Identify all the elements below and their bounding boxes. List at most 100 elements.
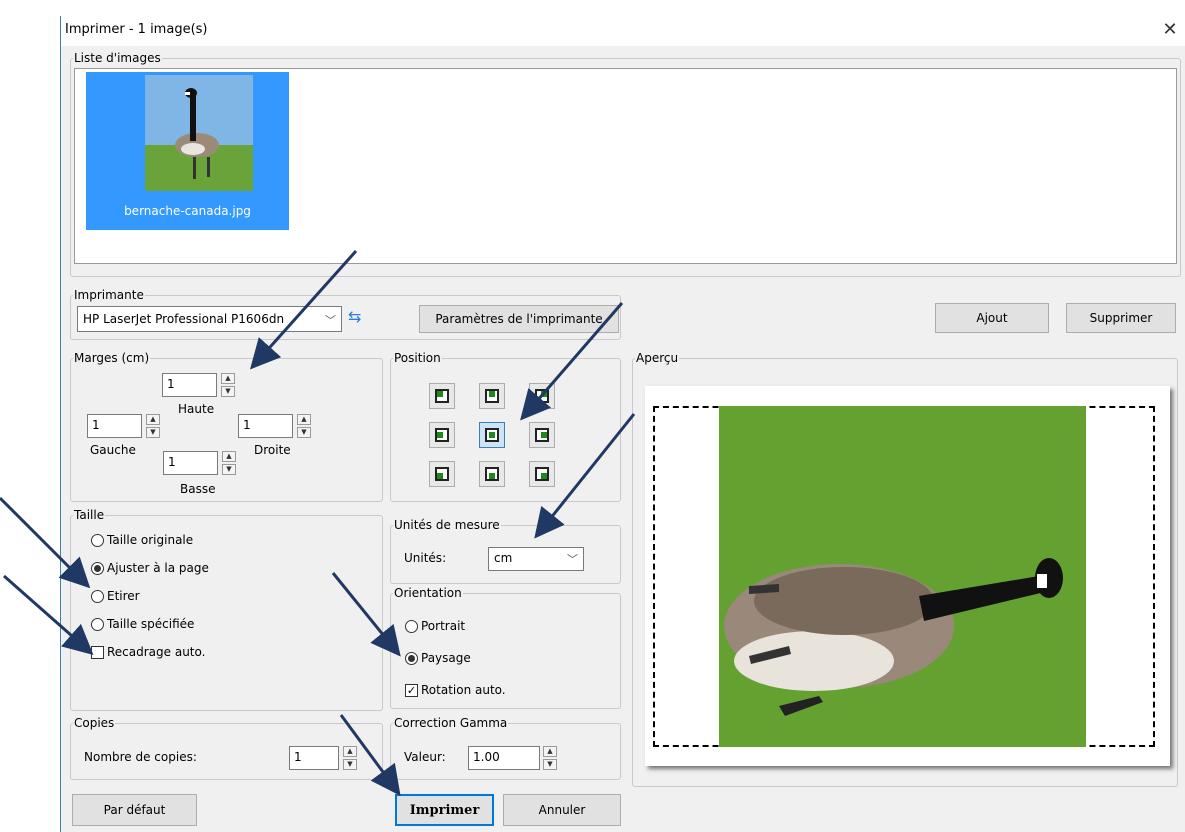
spin-up-icon[interactable]: ▲ bbox=[343, 746, 357, 757]
position-bottom-center-button[interactable] bbox=[479, 461, 505, 487]
position-top-right-button[interactable] bbox=[529, 383, 555, 409]
page-icon bbox=[485, 467, 499, 481]
position-top-left-button[interactable] bbox=[429, 383, 455, 409]
printer-group: Imprimante HP LaserJet Professional P160… bbox=[70, 288, 621, 340]
size-stretch-label: Etirer bbox=[107, 589, 140, 603]
position-dot-icon bbox=[489, 473, 495, 479]
gamma-label: Valeur: bbox=[404, 750, 446, 764]
remove-button[interactable]: Supprimer bbox=[1066, 303, 1176, 333]
page-icon bbox=[485, 428, 499, 442]
page-icon bbox=[535, 428, 549, 442]
auto-crop-label: Recadrage auto. bbox=[107, 645, 206, 659]
units-select[interactable]: cm ﹀ bbox=[488, 547, 584, 571]
units-selected-value: cm bbox=[494, 551, 513, 565]
copies-input[interactable]: 1 bbox=[289, 746, 339, 770]
page-icon bbox=[435, 389, 449, 403]
auto-rotate-checkbox[interactable]: ✓ bbox=[405, 684, 418, 697]
margins-group: Marges (cm) 1 ▲ ▼ Haute 1 ▲ ▼ 1 ▲ ▼ Gauche … bbox=[70, 351, 383, 502]
size-custom-label: Taille spécifiée bbox=[107, 617, 195, 631]
size-group: Taille Taille originale Ajuster à la pag… bbox=[70, 508, 383, 711]
spin-down-icon[interactable]: ▼ bbox=[543, 759, 557, 770]
page-icon bbox=[535, 467, 549, 481]
print-button[interactable]: Imprimer bbox=[395, 794, 494, 826]
printer-settings-button[interactable]: Paramètres de l'imprimante bbox=[419, 305, 619, 333]
position-group: Position bbox=[390, 351, 621, 502]
margin-top-input[interactable]: 1 bbox=[162, 373, 217, 397]
spin-down-icon[interactable]: ▼ bbox=[297, 427, 311, 438]
copies-label: Nombre de copies: bbox=[84, 750, 197, 764]
spin-down-icon[interactable]: ▼ bbox=[221, 386, 235, 397]
copies-legend: Copies bbox=[74, 716, 115, 730]
printer-select[interactable]: HP LaserJet Professional P1606dn ﹀ bbox=[77, 306, 342, 332]
image-list-legend: Liste d'images bbox=[74, 51, 161, 65]
thumbnail-filename: bernache-canada.jpg bbox=[124, 204, 251, 218]
size-custom-radio[interactable] bbox=[91, 618, 104, 631]
cancel-button[interactable]: Annuler bbox=[503, 794, 621, 826]
close-icon[interactable]: ✕ bbox=[1160, 19, 1180, 40]
position-bottom-left-button[interactable] bbox=[429, 461, 455, 487]
preview-page bbox=[645, 386, 1170, 766]
spin-up-icon[interactable]: ▲ bbox=[543, 746, 557, 757]
units-label: Unités: bbox=[404, 551, 447, 565]
margin-bottom-spinner[interactable]: ▲ ▼ bbox=[222, 451, 236, 475]
position-center-button[interactable] bbox=[479, 422, 505, 448]
position-bottom-right-button[interactable] bbox=[529, 461, 555, 487]
spin-down-icon[interactable]: ▼ bbox=[343, 759, 357, 770]
spin-up-icon[interactable]: ▲ bbox=[146, 414, 160, 425]
margins-legend: Marges (cm) bbox=[74, 351, 150, 365]
margin-top-label: Haute bbox=[178, 402, 215, 416]
position-dot-icon bbox=[541, 432, 547, 438]
margin-bottom-label: Basse bbox=[180, 482, 216, 496]
margin-top-spinner[interactable]: ▲ ▼ bbox=[221, 373, 235, 397]
position-dot-icon bbox=[489, 391, 495, 397]
position-dot-icon bbox=[437, 432, 443, 438]
position-dot-icon bbox=[541, 391, 547, 397]
margin-bottom-input[interactable]: 1 bbox=[163, 451, 218, 475]
page-icon bbox=[535, 389, 549, 403]
orientation-landscape-label: Paysage bbox=[421, 651, 471, 665]
auto-crop-checkbox[interactable] bbox=[91, 646, 104, 659]
margin-right-spinner[interactable]: ▲ ▼ bbox=[297, 414, 311, 438]
size-legend: Taille bbox=[74, 508, 105, 522]
position-dot-icon bbox=[437, 391, 443, 397]
position-dot-icon bbox=[541, 473, 547, 479]
position-dot-icon bbox=[437, 473, 443, 479]
size-stretch-radio[interactable] bbox=[91, 590, 104, 603]
chevron-down-icon: ﹀ bbox=[325, 314, 336, 327]
spin-down-icon[interactable]: ▼ bbox=[222, 464, 236, 475]
page-icon bbox=[485, 389, 499, 403]
margin-left-input[interactable]: 1 bbox=[87, 414, 142, 438]
orientation-legend: Orientation bbox=[394, 586, 462, 600]
dialog-title: Imprimer - 1 image(s) bbox=[65, 22, 208, 37]
position-middle-left-button[interactable] bbox=[429, 422, 455, 448]
add-button[interactable]: Ajout bbox=[935, 303, 1049, 333]
position-middle-right-button[interactable] bbox=[529, 422, 555, 448]
size-original-radio[interactable] bbox=[91, 534, 104, 547]
spin-up-icon[interactable]: ▲ bbox=[221, 373, 235, 384]
position-legend: Position bbox=[394, 351, 441, 365]
orientation-landscape-radio[interactable] bbox=[405, 652, 418, 665]
spin-up-icon[interactable]: ▲ bbox=[297, 414, 311, 425]
margin-right-input[interactable]: 1 bbox=[238, 414, 293, 438]
copies-spinner[interactable]: ▲ ▼ bbox=[343, 746, 357, 770]
copies-group: Copies Nombre de copies: 1 ▲ ▼ bbox=[70, 716, 383, 780]
chevron-down-icon: ﹀ bbox=[567, 553, 578, 566]
gamma-input[interactable]: 1.00 bbox=[468, 746, 540, 770]
margin-left-spinner[interactable]: ▲ ▼ bbox=[146, 414, 160, 438]
image-list-box[interactable]: bernache-canada.jpg bbox=[74, 68, 1177, 264]
title-bar: Imprimer - 1 image(s) ✕ bbox=[61, 16, 1185, 46]
gamma-group: Correction Gamma Valeur: 1.00 ▲ ▼ bbox=[390, 716, 621, 780]
spin-up-icon[interactable]: ▲ bbox=[222, 451, 236, 462]
size-original-label: Taille originale bbox=[107, 533, 194, 547]
spin-down-icon[interactable]: ▼ bbox=[146, 427, 160, 438]
preview-group: Aperçu bbox=[632, 351, 1178, 787]
orientation-group: Orientation Portrait Paysage ✓ Rotation … bbox=[390, 586, 621, 709]
auto-rotate-label: Rotation auto. bbox=[421, 683, 506, 697]
size-fit-page-radio[interactable] bbox=[91, 562, 104, 575]
image-thumbnail[interactable]: bernache-canada.jpg bbox=[86, 72, 289, 230]
refresh-icon[interactable]: ⇆ bbox=[348, 307, 361, 326]
orientation-portrait-radio[interactable] bbox=[405, 620, 418, 633]
default-button[interactable]: Par défaut bbox=[72, 794, 197, 826]
position-top-center-button[interactable] bbox=[479, 383, 505, 409]
gamma-spinner[interactable]: ▲ ▼ bbox=[543, 746, 557, 770]
